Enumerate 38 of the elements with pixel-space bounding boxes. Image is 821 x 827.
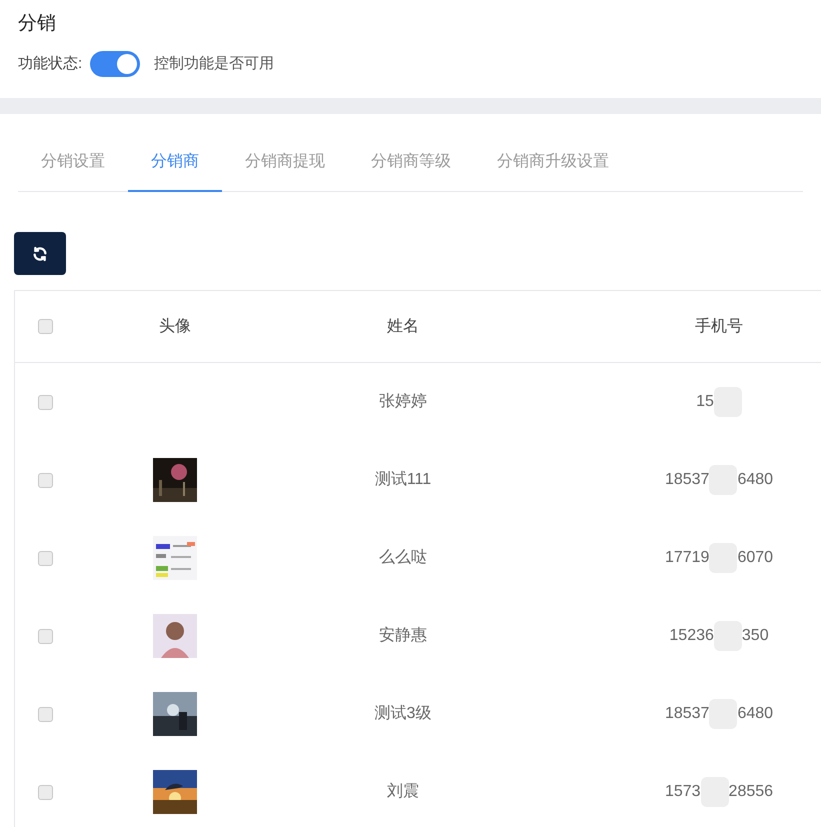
checkbox[interactable] [38,784,53,800]
tab[interactable]: 分销商提现 [222,134,348,192]
phone-start: 15236 [669,626,714,646]
name-cell-text: 张婷婷 [379,392,427,412]
phone-start: 18537 [664,704,710,724]
tab[interactable]: 分销商 [128,134,222,192]
column-header: 姓名 [387,316,419,336]
phone-end: 6480 [737,704,774,724]
feature-status-label: 功能状态: [18,54,82,74]
name-cell-text: 安静惠 [379,626,427,646]
tab[interactable]: 分销商升级设置 [474,134,632,192]
refresh-button[interactable] [14,232,66,275]
name-cell-text: 刘震 [387,782,419,802]
phone-start: 15 [696,392,714,412]
checkbox[interactable] [38,472,53,488]
checkbox[interactable] [38,394,53,410]
phone-start: 1573 [664,782,701,802]
column-header: 头像 [159,316,191,336]
checkbox[interactable] [38,319,53,334]
toggle-switch[interactable] [90,51,140,77]
refresh-icon [32,246,48,262]
tab[interactable]: 分销设置 [18,134,128,192]
name-cell-text: 测试3级 [374,704,432,724]
tab[interactable]: 分销商等级 [348,134,474,192]
checkbox[interactable] [38,550,53,566]
phone-start: 18537 [664,470,710,490]
phone-end: 350 [742,626,769,646]
phone-end: 6070 [737,548,774,568]
name-cell-text: 测试111 [374,470,432,490]
column-header: 手机号 [695,316,743,336]
checkbox[interactable] [38,706,53,722]
phone-start: 17719 [664,548,710,568]
phone-end: 6480 [737,470,774,490]
phone-end: 28556 [728,782,774,802]
feature-status-hint: 控制功能是否可用 [154,54,274,74]
name-cell-text: 么么哒 [379,548,427,568]
page-title: 分销 [18,12,57,36]
checkbox[interactable] [38,628,53,644]
